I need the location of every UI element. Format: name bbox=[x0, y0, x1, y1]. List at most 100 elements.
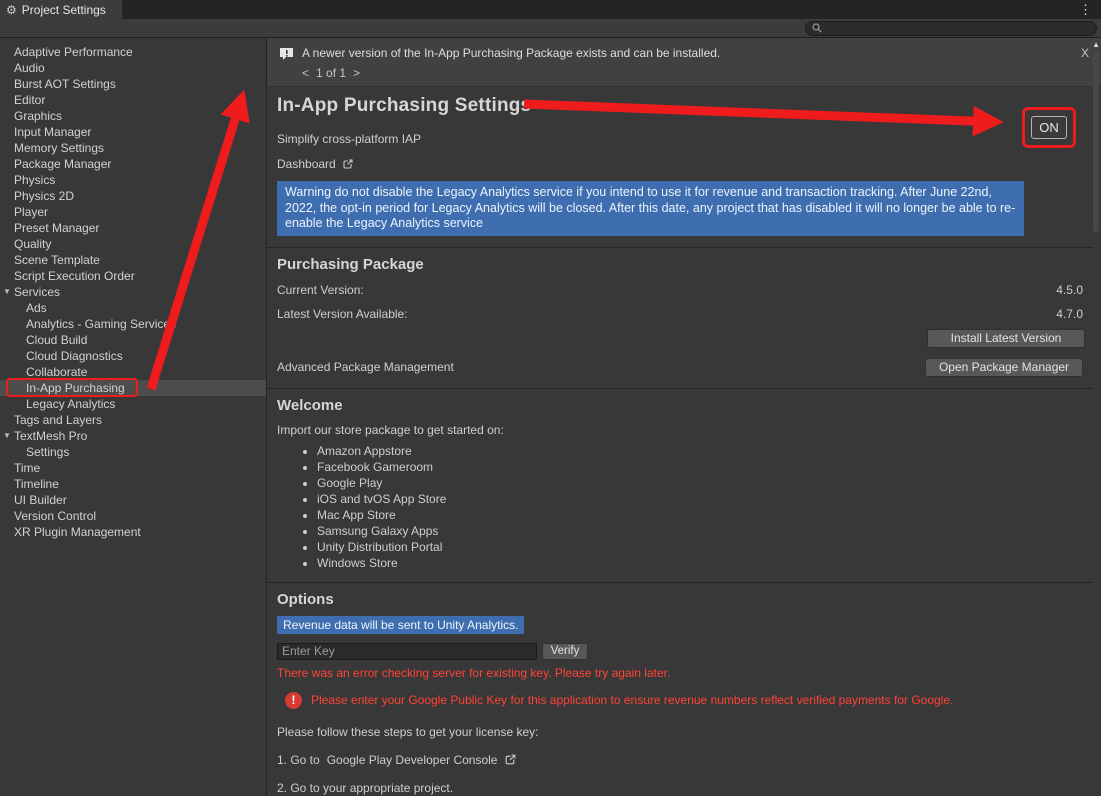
banner-next-button[interactable]: > bbox=[353, 66, 360, 80]
current-version-label: Current Version: bbox=[277, 283, 364, 297]
sidebar-item-timeline[interactable]: Timeline bbox=[0, 476, 266, 492]
open-package-manager-button[interactable]: Open Package Manager bbox=[925, 358, 1083, 377]
update-banner: A newer version of the In-App Purchasing… bbox=[267, 38, 1101, 87]
foldout-triangle-icon[interactable]: ▼ bbox=[3, 432, 11, 440]
google-key-input[interactable] bbox=[277, 643, 537, 660]
service-on-toggle[interactable]: ON bbox=[1031, 116, 1067, 139]
sidebar-item-in-app-purchasing[interactable]: In-App Purchasing bbox=[0, 380, 266, 396]
sidebar-item-settings[interactable]: Settings bbox=[0, 444, 266, 460]
sidebar-item-package-manager[interactable]: Package Manager bbox=[0, 156, 266, 172]
sidebar-item-script-execution-order[interactable]: Script Execution Order bbox=[0, 268, 266, 284]
search-field[interactable] bbox=[805, 21, 1097, 36]
titlebar: ⚙ Project Settings ⋮ bbox=[0, 0, 1101, 19]
scrollbar-up-arrow[interactable]: ▲ bbox=[1092, 40, 1100, 49]
server-error-message: There was an error checking server for e… bbox=[277, 666, 1085, 680]
sidebar-item-legacy-analytics[interactable]: Legacy Analytics bbox=[0, 396, 266, 412]
header-section: In-App Purchasing Settings Simplify cros… bbox=[267, 87, 1101, 247]
sidebar-item-cloud-diagnostics[interactable]: Cloud Diagnostics bbox=[0, 348, 266, 364]
sidebar-item-preset-manager[interactable]: Preset Manager bbox=[0, 220, 266, 236]
options-section: Options Revenue data will be sent to Uni… bbox=[267, 583, 1101, 796]
sidebar-item-label: Burst AOT Settings bbox=[14, 76, 116, 92]
scrollbar-thumb[interactable] bbox=[1093, 52, 1099, 232]
sidebar-item-physics-2d[interactable]: Physics 2D bbox=[0, 188, 266, 204]
foldout-triangle-icon[interactable]: ▼ bbox=[3, 288, 11, 296]
kebab-menu-icon[interactable]: ⋮ bbox=[1070, 0, 1101, 19]
sidebar-item-services[interactable]: ▼Services bbox=[0, 284, 266, 300]
tab-title: Project Settings bbox=[22, 3, 106, 17]
sidebar-item-version-control[interactable]: Version Control bbox=[0, 508, 266, 524]
purchasing-package-heading: Purchasing Package bbox=[277, 256, 1085, 273]
sidebar-item-label: Player bbox=[14, 204, 48, 220]
latest-version-value: 4.7.0 bbox=[1056, 307, 1083, 321]
google-key-error-message: Please enter your Google Public Key for … bbox=[311, 693, 953, 707]
welcome-section: Welcome Import our store package to get … bbox=[267, 389, 1101, 582]
welcome-heading: Welcome bbox=[277, 397, 1085, 414]
welcome-intro: Import our store package to get started … bbox=[277, 423, 1085, 437]
sidebar-item-label: Cloud Diagnostics bbox=[26, 348, 123, 364]
settings-sidebar: Adaptive PerformanceAudioBurst AOT Setti… bbox=[0, 38, 267, 796]
sidebar-item-ui-builder[interactable]: UI Builder bbox=[0, 492, 266, 508]
sidebar-item-ads[interactable]: Ads bbox=[0, 300, 266, 316]
external-link-icon[interactable] bbox=[342, 158, 354, 170]
purchasing-package-section: Purchasing Package Current Version: 4.5.… bbox=[267, 248, 1101, 388]
store-list-item: Mac App Store bbox=[317, 507, 1085, 523]
sidebar-item-label: Audio bbox=[14, 60, 45, 76]
options-heading: Options bbox=[277, 591, 1085, 608]
search-icon bbox=[812, 23, 822, 33]
simplify-iap-label: Simplify cross-platform IAP bbox=[277, 132, 1085, 146]
sidebar-item-audio[interactable]: Audio bbox=[0, 60, 266, 76]
external-link-icon[interactable] bbox=[504, 753, 517, 766]
sidebar-item-xr-plugin-management[interactable]: XR Plugin Management bbox=[0, 524, 266, 540]
sidebar-item-physics[interactable]: Physics bbox=[0, 172, 266, 188]
latest-version-label: Latest Version Available: bbox=[277, 307, 408, 321]
sidebar-item-time[interactable]: Time bbox=[0, 460, 266, 476]
search-input[interactable] bbox=[826, 22, 1090, 34]
sidebar-item-cloud-build[interactable]: Cloud Build bbox=[0, 332, 266, 348]
sidebar-item-tags-and-layers[interactable]: Tags and Layers bbox=[0, 412, 266, 428]
sidebar-item-label: Editor bbox=[14, 92, 45, 108]
sidebar-item-label: Cloud Build bbox=[26, 332, 87, 348]
sidebar-item-graphics[interactable]: Graphics bbox=[0, 108, 266, 124]
step1-prefix: 1. Go to bbox=[277, 753, 320, 767]
sidebar-item-adaptive-performance[interactable]: Adaptive Performance bbox=[0, 44, 266, 60]
store-list-item: Google Play bbox=[317, 475, 1085, 491]
sidebar-item-burst-aot-settings[interactable]: Burst AOT Settings bbox=[0, 76, 266, 92]
tab-project-settings[interactable]: ⚙ Project Settings bbox=[0, 0, 122, 19]
banner-prev-button[interactable]: < bbox=[302, 66, 309, 80]
sidebar-item-label: Package Manager bbox=[14, 156, 111, 172]
gear-icon: ⚙ bbox=[6, 4, 17, 16]
main-panel: A newer version of the In-App Purchasing… bbox=[267, 38, 1101, 796]
sidebar-item-memory-settings[interactable]: Memory Settings bbox=[0, 140, 266, 156]
install-latest-version-button[interactable]: Install Latest Version bbox=[927, 329, 1085, 348]
annotation-box-on-toggle: ON bbox=[1022, 107, 1076, 148]
sidebar-item-input-manager[interactable]: Input Manager bbox=[0, 124, 266, 140]
sidebar-item-label: Graphics bbox=[14, 108, 62, 124]
sidebar-item-label: Services bbox=[14, 284, 60, 300]
sidebar-item-label: Version Control bbox=[14, 508, 96, 524]
search-toolbar bbox=[0, 19, 1101, 38]
google-play-console-link[interactable]: Google Play Developer Console bbox=[327, 753, 498, 767]
step2-text: 2. Go to your appropriate project. bbox=[277, 781, 1085, 795]
sidebar-item-player[interactable]: Player bbox=[0, 204, 266, 220]
revenue-analytics-note: Revenue data will be sent to Unity Analy… bbox=[277, 616, 524, 634]
sidebar-item-analytics-gaming-services[interactable]: Analytics - Gaming Services bbox=[0, 316, 266, 332]
license-steps-intro: Please follow these steps to get your li… bbox=[277, 725, 1085, 739]
sidebar-item-label: Time bbox=[14, 460, 40, 476]
sidebar-item-quality[interactable]: Quality bbox=[0, 236, 266, 252]
sidebar-item-editor[interactable]: Editor bbox=[0, 92, 266, 108]
sidebar-item-label: Preset Manager bbox=[14, 220, 99, 236]
dashboard-link[interactable]: Dashboard bbox=[277, 157, 336, 171]
legacy-analytics-warning-box: Warning do not disable the Legacy Analyt… bbox=[277, 181, 1024, 236]
store-list: Amazon AppstoreFacebook GameroomGoogle P… bbox=[277, 443, 1085, 571]
banner-page-indicator: 1 of 1 bbox=[316, 66, 346, 80]
banner-close-button[interactable]: X bbox=[1077, 46, 1093, 60]
sidebar-item-scene-template[interactable]: Scene Template bbox=[0, 252, 266, 268]
store-list-item: Windows Store bbox=[317, 555, 1085, 571]
sidebar-item-label: Adaptive Performance bbox=[14, 44, 133, 60]
verify-key-button[interactable]: Verify bbox=[542, 643, 588, 660]
sidebar-item-textmesh-pro[interactable]: ▼TextMesh Pro bbox=[0, 428, 266, 444]
sidebar-item-label: Physics bbox=[14, 172, 55, 188]
sidebar-item-collaborate[interactable]: Collaborate bbox=[0, 364, 266, 380]
sidebar-item-label: Analytics - Gaming Services bbox=[26, 316, 176, 332]
store-list-item: Unity Distribution Portal bbox=[317, 539, 1085, 555]
